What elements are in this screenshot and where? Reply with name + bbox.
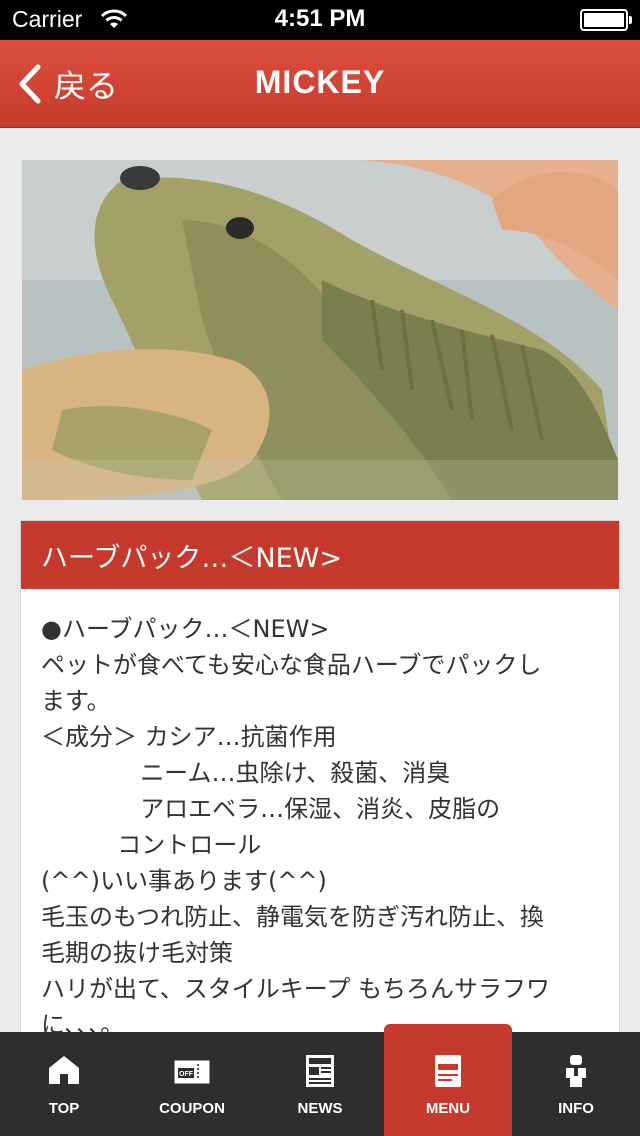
description-line: コントロール: [41, 831, 262, 859]
menu-detail-card: ハーブパック…＜NEW> ●ハーブパック…＜NEW> ペットが食べても安心な食品…: [20, 520, 620, 1060]
menu-photo: [22, 160, 618, 500]
card-body: ●ハーブパック…＜NEW> ペットが食べても安心な食品ハーブでパックし ます。 …: [21, 589, 619, 1043]
tab-label: NEWS: [297, 1100, 343, 1117]
description-line: ペットが食べても安心な食品ハーブでパックし: [41, 651, 542, 679]
battery-icon: [580, 9, 632, 31]
description-line: ＜成分＞ カシア…抗菌作用: [41, 723, 337, 751]
description-line: 毛玉のもつれ防止、静電気を防ぎ汚れ防止、換: [41, 903, 545, 931]
tab-news[interactable]: NEWS: [256, 1032, 384, 1136]
tab-label: INFO: [558, 1100, 594, 1117]
navigation-bar: 戻る MICKEY: [0, 40, 640, 128]
tab-bar: TOP OFF COUPON NEWS MENU INFO: [0, 1024, 640, 1136]
card-title: ハーブパック…＜NEW>: [21, 521, 619, 589]
menu-book-icon: [435, 1055, 461, 1087]
tab-info[interactable]: INFO: [512, 1032, 640, 1136]
info-person-icon: [566, 1055, 586, 1087]
description-line: 毛期の抜け毛対策: [41, 939, 233, 967]
home-icon: [49, 1056, 79, 1084]
description-line: (^^)いい事あります(^^): [41, 867, 327, 895]
tab-menu[interactable]: MENU: [384, 1024, 512, 1136]
tab-top[interactable]: TOP: [0, 1032, 128, 1136]
tab-label: MENU: [425, 1100, 471, 1117]
description-line: ます。: [41, 687, 111, 715]
description-line: ニーム…虫除け、殺菌、消臭: [41, 759, 451, 787]
page-title: MICKEY: [254, 64, 386, 100]
tab-label: TOP: [48, 1100, 80, 1117]
svg-text:OFF: OFF: [179, 1071, 194, 1078]
tab-coupon[interactable]: OFF COUPON: [128, 1032, 256, 1136]
clock: 4:51 PM: [274, 5, 366, 32]
newspaper-icon: [306, 1055, 334, 1087]
description-line: ●ハーブパック…＜NEW>: [41, 615, 330, 643]
coupon-icon: OFF: [174, 1060, 210, 1084]
tab-label: COUPON: [159, 1100, 225, 1117]
description-line: ハリが出て、スタイルキープ もちろんサラフワ: [41, 975, 550, 1003]
status-bar: Carrier 4:51 PM: [0, 0, 640, 40]
description-line: アロエベラ…保湿、消炎、皮脂の: [41, 795, 501, 823]
